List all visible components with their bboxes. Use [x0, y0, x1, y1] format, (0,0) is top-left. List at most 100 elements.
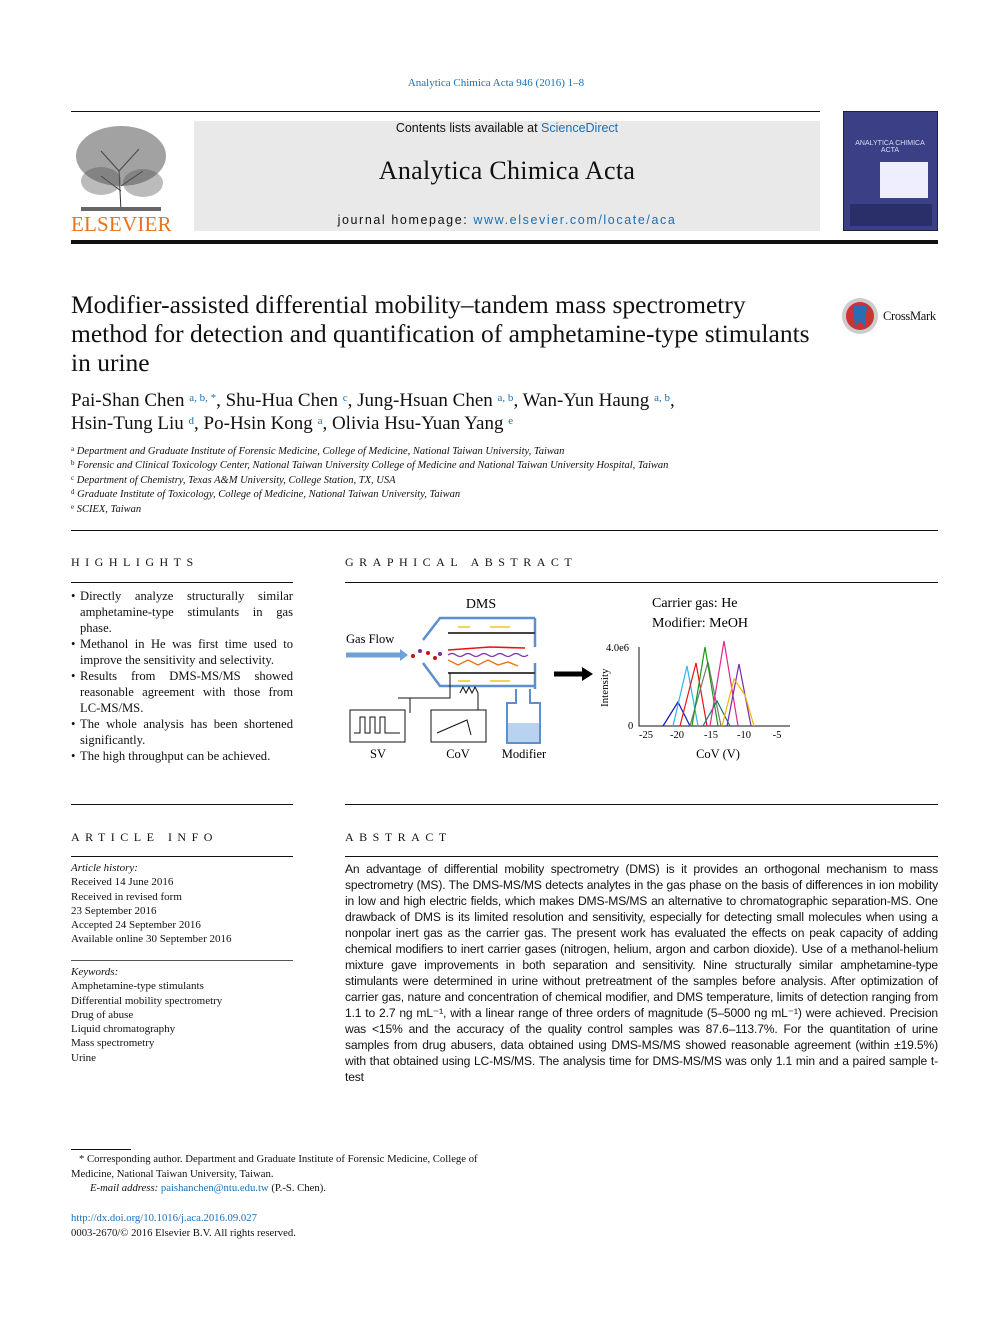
crossmark-label: CrossMark [883, 308, 936, 323]
author[interactable]: Pai-Shan Chen [71, 390, 184, 411]
affiliation-text: Department and Graduate Institute of For… [76, 446, 565, 457]
gas-flow-label: Gas Flow [346, 632, 394, 646]
cover-band [850, 204, 932, 226]
author[interactable]: Jung-Hsuan Chen [357, 390, 493, 411]
x-tick: -20 [670, 730, 684, 741]
history-item: Received in revised form [71, 890, 182, 903]
modifier-gas-label: Modifier: MeOH [652, 616, 748, 631]
x-tick: -25 [639, 730, 653, 741]
affiliation: b Forensic and Clinical Toxicology Cente… [71, 459, 668, 473]
x-tick: -15 [704, 730, 718, 741]
copyright: 0003-2670/© 2016 Elsevier B.V. All right… [71, 1227, 296, 1239]
homepage-link[interactable]: www.elsevier.com/locate/aca [473, 213, 676, 227]
history-item: Accepted 24 September 2016 [71, 919, 201, 932]
footnote-star: * [79, 1153, 85, 1165]
modifier-label: Modifier [502, 747, 547, 761]
carrier-gas-label: Carrier gas: He [652, 596, 738, 611]
highlight-item: Results from DMS-MS/MS showed reasonable… [71, 668, 293, 716]
dms-schematic: DMS Gas Flow SV CoV Modifier Carrier gas… [346, 596, 790, 761]
author-affiliation-marker[interactable]: a, b, * [189, 392, 216, 404]
dms-label: DMS [466, 597, 496, 612]
highlight-item: The high throughput can be achieved. [71, 748, 293, 764]
affiliation-text: Forensic and Clinical Toxicology Center,… [77, 460, 669, 472]
divider [345, 804, 938, 805]
cov-label: CoV [446, 747, 470, 761]
email-label: E-mail address: [90, 1182, 159, 1194]
keywords: Keywords: Amphetamine-type stimulants Di… [71, 965, 222, 1065]
keyword: Differential mobility spectrometry [71, 994, 223, 1007]
affiliation: c Department of Chemistry, Texas A&M Uni… [71, 474, 396, 488]
history-item: Received 14 June 2016 [71, 876, 174, 889]
homepage-line: journal homepage: www.elsevier.com/locat… [194, 213, 820, 227]
history-label: Article history: [71, 862, 138, 874]
email-footnote: E-mail address: paishanchen@ntu.edu.tw (… [90, 1181, 326, 1196]
graphical-abstract-heading: GRAPHICAL ABSTRACT [345, 555, 578, 569]
x-axis-label: CoV (V) [696, 747, 740, 761]
cover-image [880, 162, 928, 198]
y-axis-label: Intensity [599, 668, 611, 707]
homepage-prefix: journal homepage: [337, 213, 474, 227]
author[interactable]: Olivia Hsu-Yuan Yang [332, 413, 504, 434]
y-zero-label: 0 [628, 721, 633, 732]
running-head[interactable]: Analytica Chimica Acta 946 (2016) 1–8 [0, 77, 992, 89]
elsevier-tree-logo [71, 121, 171, 216]
article-title: Modifier-assisted differential mobility–… [71, 290, 810, 377]
highlight-item: Directly analyze structurally similar am… [71, 588, 293, 636]
divider [345, 856, 938, 857]
affiliation-text: SCIEX, Taiwan [76, 503, 142, 515]
journal-cover[interactable]: ANALYTICA CHIMICA ACTA [843, 111, 938, 231]
history-item: Available online 30 September 2016 [71, 933, 232, 946]
email-link[interactable]: paishanchen@ntu.edu.tw [161, 1182, 269, 1194]
affiliation: e SCIEX, Taiwan [71, 503, 141, 517]
x-tick: -5 [773, 730, 782, 741]
author[interactable]: Po-Hsin Kong [204, 413, 313, 434]
sciencedirect-link[interactable]: ScienceDirect [541, 121, 618, 135]
history-item: 23 September 2016 [71, 904, 157, 917]
doi-link[interactable]: http://dx.doi.org/10.1016/j.aca.2016.09.… [71, 1211, 257, 1226]
affiliation-key: e [71, 502, 75, 511]
author-affiliation-marker[interactable]: a, b [654, 392, 670, 404]
author[interactable]: Shu-Hua Chen [226, 390, 338, 411]
author-affiliation-marker[interactable]: a [318, 415, 323, 427]
crossmark-icon [842, 298, 878, 334]
abstract-heading: ABSTRACT [345, 830, 452, 844]
highlight-item: The whole analysis has been shortened si… [71, 716, 293, 748]
crossmark-button[interactable]: CrossMark [841, 297, 936, 335]
highlights-list: Directly analyze structurally similar am… [71, 588, 293, 764]
divider [71, 856, 293, 857]
highlight-item: Methanol in He was first time used to im… [71, 636, 293, 668]
sv-label: SV [370, 747, 386, 761]
affiliation-text: Graduate Institute of Toxicology, Colleg… [77, 489, 461, 501]
author[interactable]: Hsin-Tung Liu [71, 413, 184, 434]
keyword: Mass spectrometry [71, 1037, 155, 1050]
affiliation-key: b [71, 459, 75, 468]
affiliation-text: Department of Chemistry, Texas A&M Unive… [76, 474, 396, 486]
keyword: Drug of abuse [71, 1008, 134, 1021]
divider [71, 804, 293, 805]
footnote-rule [71, 1149, 131, 1150]
email-suffix: (P.-S. Chen). [271, 1182, 326, 1194]
author-affiliation-marker[interactable]: c [343, 392, 348, 404]
article-info-heading: ARTICLE INFO [71, 830, 218, 844]
author[interactable]: Wan-Yun Haung [523, 390, 650, 411]
affiliation: a Department and Graduate Institute of F… [71, 445, 564, 459]
author-affiliation-marker[interactable]: a, b [498, 392, 514, 404]
corresponding-footnote: * Corresponding author. Department and G… [71, 1152, 491, 1181]
contents-prefix: Contents lists available at [395, 121, 542, 135]
affiliation-key: c [71, 473, 75, 482]
author-affiliation-marker[interactable]: e [508, 415, 513, 427]
divider [71, 582, 293, 583]
x-tick: -10 [737, 730, 751, 741]
divider [71, 960, 293, 961]
divider [71, 530, 938, 531]
y-max-label: 4.0e6 [606, 643, 629, 654]
cover-text: ANALYTICA CHIMICA ACTA [855, 140, 925, 154]
article-history: Article history: Received 14 June 2016 R… [71, 861, 231, 947]
author-affiliation-marker[interactable]: d [189, 415, 195, 427]
divider [345, 582, 938, 583]
contents-line: Contents lists available at ScienceDirec… [194, 121, 820, 135]
keyword: Urine [71, 1051, 97, 1064]
author-list: Pai-Shan Chen a, b, *, Shu-Hua Chen c, J… [71, 390, 675, 434]
affiliation-key: d [71, 488, 75, 497]
keywords-label: Keywords: [71, 966, 119, 978]
